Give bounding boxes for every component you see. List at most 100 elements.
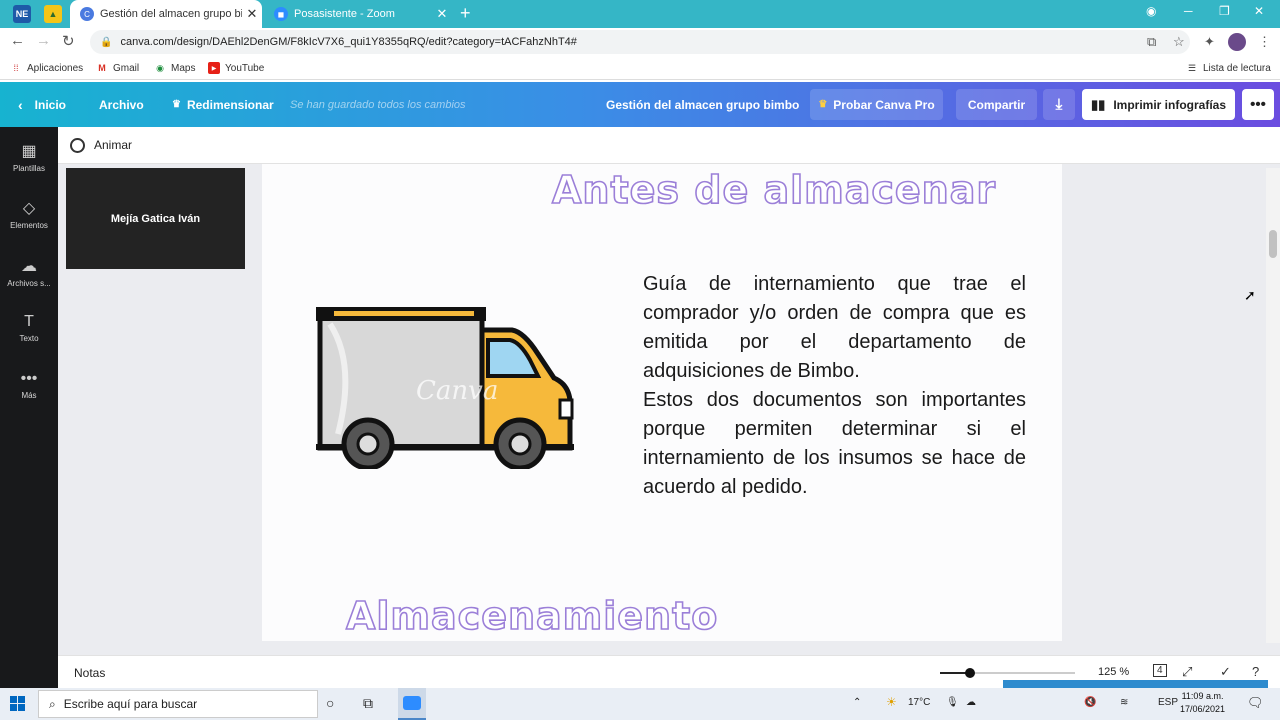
body-paragraph: Guía de internamiento que trae el compra… xyxy=(643,273,1026,382)
bookmark-star-icon[interactable]: ☆ xyxy=(1173,34,1185,50)
cloud-icon[interactable]: ☁ xyxy=(966,697,976,708)
drive-pinned-tab-icon[interactable]: ▲ xyxy=(44,5,62,23)
maps-pin-icon: ◉ xyxy=(156,62,164,73)
share-button[interactable]: Compartir xyxy=(956,89,1037,120)
apps-grid-icon: ⁞⁞ xyxy=(13,63,19,73)
cortana-icon[interactable]: ○ xyxy=(326,695,334,711)
zoom-level[interactable]: 125 % xyxy=(1098,666,1129,678)
delivery-truck-illustration[interactable]: Canva xyxy=(316,304,576,469)
bookmark-apps[interactable]: ⁞⁞ Aplicaciones xyxy=(10,62,83,74)
heading-almacenamiento[interactable]: Almacenamiento xyxy=(345,593,718,639)
download-icon[interactable]: ⤓ xyxy=(1043,89,1075,120)
youtube-icon: ▶ xyxy=(208,62,220,74)
forward-icon[interactable]: → xyxy=(36,32,51,49)
canva-favicon-icon: C xyxy=(80,7,94,21)
taskbar-clock[interactable]: 11:09 a.m. 17/06/2021 xyxy=(1180,690,1225,716)
browser-tab-strip: NE ▲ C Gestión del almacen grupo bimb ✕ … xyxy=(0,0,1280,28)
zoom-participant-video: Mejía Gatica Iván xyxy=(66,168,245,269)
profile-menu-icon[interactable]: ◉ xyxy=(1146,4,1156,18)
heading-antes-de-almacenar[interactable]: Antes de almacenar xyxy=(551,167,996,213)
animate-button[interactable]: Animar xyxy=(94,138,132,152)
extensions-icon[interactable]: ✦ xyxy=(1204,34,1215,50)
reload-icon[interactable]: ↻ xyxy=(62,32,75,50)
bookmark-label: Aplicaciones xyxy=(27,62,84,74)
sidebar-item-label: Plantillas xyxy=(12,164,45,173)
chevron-left-icon: ‹ xyxy=(18,96,23,113)
bookmark-youtube[interactable]: ▶ YouTube xyxy=(208,62,264,74)
zoom-app-icon[interactable] xyxy=(398,688,426,720)
try-pro-label: Probar Canva Pro xyxy=(833,97,935,112)
design-title[interactable]: Gestión del almacen grupo bimbo xyxy=(606,82,799,127)
bookmark-maps[interactable]: ◉ Maps xyxy=(154,62,195,74)
save-status: Se han guardado todos los cambios xyxy=(290,98,466,111)
minimize-icon[interactable]: ─ xyxy=(1184,4,1193,18)
resize-button[interactable]: ♛ Redimensionar xyxy=(172,82,274,127)
search-placeholder: Escribe aquí para buscar xyxy=(63,697,198,711)
weather-icon[interactable]: ☀ xyxy=(886,695,897,709)
close-tab-icon[interactable]: ✕ xyxy=(242,6,262,22)
more-dots-icon: ••• xyxy=(20,370,38,387)
back-icon[interactable]: ← xyxy=(10,32,25,49)
fullscreen-icon[interactable]: ⤢ xyxy=(1182,664,1192,680)
tray-expand-icon[interactable]: ⌃ xyxy=(853,697,861,708)
close-window-icon[interactable]: ✕ xyxy=(1254,4,1264,18)
sidebar-item-templates[interactable]: ▦ Plantillas xyxy=(0,141,58,173)
clock-time: 11:09 a.m. xyxy=(1181,691,1224,701)
design-page[interactable]: Antes de almacenar Canva Guía de interna… xyxy=(262,164,1062,641)
taskbar-search[interactable]: ⌕ Escribe aquí para buscar xyxy=(38,690,318,718)
vertical-scrollbar[interactable] xyxy=(1266,168,1280,643)
new-tab-button[interactable]: + xyxy=(460,3,471,24)
file-menu-button[interactable]: Archivo xyxy=(99,82,144,127)
scrollbar-thumb[interactable] xyxy=(1269,230,1277,258)
profile-avatar[interactable] xyxy=(1228,33,1246,51)
close-tab-icon[interactable]: ✕ xyxy=(432,6,452,22)
sidebar-item-text[interactable]: T Texto xyxy=(0,313,58,343)
canva-header: ‹ Inicio Archivo ♛ Redimensionar Se han … xyxy=(0,82,1280,127)
microphone-icon[interactable]: 🎙 xyxy=(946,697,959,708)
animate-toolbar: Animar xyxy=(58,127,1280,164)
ne-pinned-tab-icon[interactable]: NE xyxy=(13,5,31,23)
check-icon[interactable]: ✓ xyxy=(1220,664,1231,680)
browser-menu-icon[interactable]: ⋮ xyxy=(1258,34,1271,50)
sidebar-item-label: Texto xyxy=(19,334,39,343)
maximize-icon[interactable]: ❐ xyxy=(1219,4,1230,18)
sidebar-item-label: Elementos xyxy=(10,221,48,230)
home-label: Inicio xyxy=(34,97,67,112)
try-pro-button[interactable]: ♛ Probar Canva Pro xyxy=(810,89,943,120)
share-page-icon[interactable]: ⧉ xyxy=(1147,34,1156,50)
bookmark-gmail[interactable]: M Gmail xyxy=(96,62,139,74)
page-count-button[interactable]: 4 xyxy=(1153,664,1167,677)
temperature[interactable]: 17°C xyxy=(908,697,930,708)
input-language[interactable]: ESP xyxy=(1158,697,1178,708)
task-view-icon[interactable]: ⧉ xyxy=(363,695,373,712)
windows-start-icon[interactable] xyxy=(10,696,25,711)
reading-list-button[interactable]: ☰ Lista de lectura xyxy=(1186,62,1271,74)
sidebar-item-uploads[interactable]: ☁ Archivos s... xyxy=(0,256,58,288)
print-label: Imprimir infografías xyxy=(1113,97,1226,112)
more-options-button[interactable]: ••• xyxy=(1242,89,1274,120)
cloud-upload-icon: ☁ xyxy=(21,258,37,275)
url-text: canva.com/design/DAEhl2DenGM/F8kIcV7X6_q… xyxy=(120,36,577,48)
help-icon[interactable]: ? xyxy=(1252,664,1259,679)
speaker-icon[interactable]: 🔇 xyxy=(1084,697,1096,708)
browser-toolbar: ← → ↻ 🔒 canva.com/design/DAEhl2DenGM/F8k… xyxy=(0,28,1280,56)
tab-zoom[interactable]: ◼ Posasistente - Zoom ✕ xyxy=(264,0,452,28)
notifications-icon[interactable]: 🗨 xyxy=(1247,695,1264,711)
search-icon: ⌕ xyxy=(49,696,56,711)
reading-list-label: Lista de lectura xyxy=(1203,62,1271,74)
body-paragraph: Estos dos documentos son importantes por… xyxy=(643,389,1026,498)
sidebar-item-label: Más xyxy=(21,391,37,400)
print-infographics-button[interactable]: ▮▮ Imprimir infografías xyxy=(1082,89,1235,120)
zoom-slider-handle[interactable] xyxy=(964,668,975,678)
sidebar-item-more[interactable]: ••• Más xyxy=(0,370,58,400)
tab-canva[interactable]: C Gestión del almacen grupo bimb ✕ xyxy=(70,0,262,28)
tab-title: Posasistente - Zoom xyxy=(294,8,395,20)
notes-button[interactable]: Notas xyxy=(74,666,105,680)
address-bar[interactable]: 🔒 canva.com/design/DAEhl2DenGM/F8kIcV7X6… xyxy=(90,30,1190,54)
body-text-block[interactable]: Guía de internamiento que trae el compra… xyxy=(643,270,1026,502)
home-button[interactable]: ‹ Inicio xyxy=(18,82,66,127)
mouse-cursor-icon: ➚ xyxy=(1244,287,1256,303)
wifi-icon[interactable]: ≋ xyxy=(1120,697,1128,708)
sidebar-item-elements[interactable]: ◇ Elementos xyxy=(0,198,58,230)
zoom-slider[interactable] xyxy=(940,668,1075,678)
